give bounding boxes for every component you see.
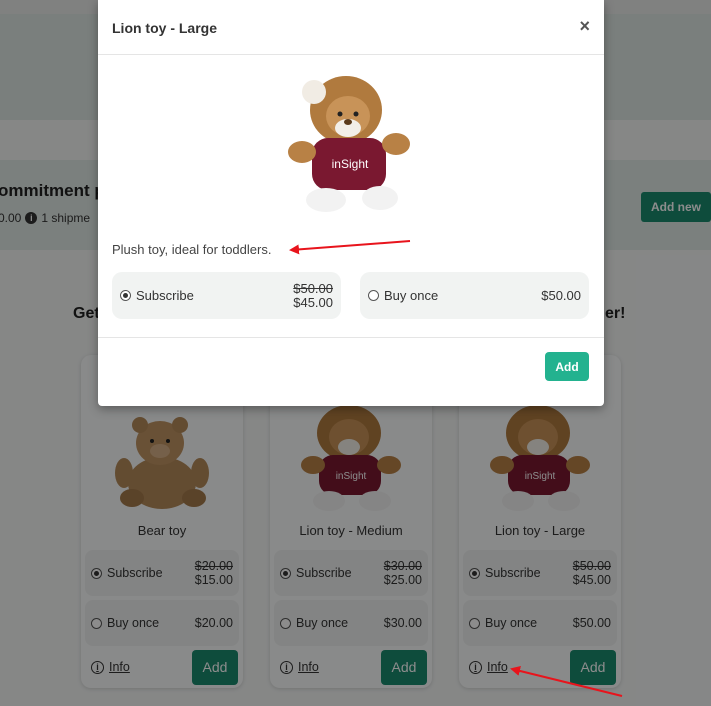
subscribe-label: Subscribe: [136, 288, 194, 303]
subscribe-option[interactable]: Subscribe $50.00 $45.00: [112, 272, 341, 319]
modal-divider: [98, 337, 604, 338]
modal-title: Lion toy - Large: [112, 20, 217, 36]
radio-selected[interactable]: [120, 290, 131, 301]
buy-once-price: $50.00: [541, 287, 581, 303]
modal-add-button[interactable]: Add: [545, 352, 589, 381]
original-price: $50.00: [293, 280, 333, 296]
product-info-modal: Lion toy - Large × inSight Plush toy, id…: [98, 0, 604, 406]
radio-unselected[interactable]: [368, 290, 379, 301]
modal-header: Lion toy - Large ×: [98, 0, 604, 55]
buy-once-option[interactable]: Buy once $50.00: [360, 272, 589, 319]
shirt-text: inSight: [332, 157, 369, 171]
buy-once-label: Buy once: [384, 288, 439, 303]
lion-toy-image: inSight: [284, 70, 418, 222]
subscribe-prices: $50.00 $45.00: [293, 280, 333, 310]
close-icon[interactable]: ×: [579, 16, 590, 37]
subscribe-price: $45.00: [293, 294, 333, 310]
modal-description: Plush toy, ideal for toddlers.: [112, 242, 272, 257]
